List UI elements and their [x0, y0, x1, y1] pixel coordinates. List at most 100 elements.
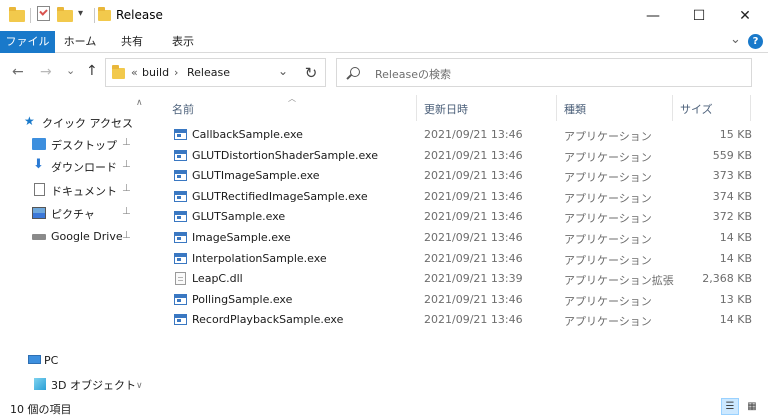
scroll-down-icon[interactable]: ∨: [136, 381, 143, 391]
file-date: 2021/09/21 13:46: [424, 128, 523, 141]
exe-file-icon: [174, 232, 187, 243]
help-icon[interactable]: ?: [748, 34, 763, 49]
file-name: GLUTImageSample.exe: [192, 169, 320, 183]
file-size: 373 KB: [712, 169, 752, 183]
tab-home[interactable]: ホーム: [57, 31, 103, 53]
sidebar-item-label: PC: [44, 354, 59, 367]
file-name: LeapC.dll: [192, 272, 243, 286]
column-header-label: 更新日時: [424, 103, 468, 116]
exe-file-icon: [174, 190, 187, 202]
file-type: アプリケーション: [564, 253, 652, 267]
item-count: 10 個の項目: [10, 403, 72, 416]
properties-icon[interactable]: [37, 6, 50, 21]
cube-icon: [34, 378, 46, 390]
maximize-button[interactable]: ☐: [676, 0, 722, 31]
exe-file-icon: [174, 293, 187, 305]
refresh-button[interactable]: ↻: [297, 58, 326, 87]
sidebar-item-desktop[interactable]: デスクトップ ⊥: [0, 133, 152, 155]
tab-view[interactable]: 表示: [161, 31, 205, 53]
sidebar-item-google-drive[interactable]: Google Drive ⊥: [0, 226, 152, 248]
details-view-button[interactable]: ☰: [721, 398, 739, 415]
sidebar-item-label: ダウンロード: [51, 161, 117, 174]
pin-icon[interactable]: ⊥: [122, 159, 131, 170]
tab-share[interactable]: 共有: [111, 31, 153, 53]
column-header-date[interactable]: 更新日時: [416, 95, 556, 119]
up-button[interactable]: ↑: [86, 63, 98, 79]
column-divider[interactable]: [750, 95, 751, 121]
pin-icon[interactable]: ⊥: [122, 137, 131, 148]
column-header-size[interactable]: サイズ: [672, 95, 752, 119]
star-icon: ★: [24, 114, 35, 128]
forward-button[interactable]: →: [40, 64, 52, 80]
pin-icon[interactable]: ⊥: [122, 183, 131, 194]
sidebar-item-label: ドキュメント: [51, 185, 117, 198]
exe-file-icon: [174, 149, 187, 161]
sidebar-item-documents[interactable]: ドキュメント ⊥: [0, 179, 152, 201]
file-type: アプリケーション: [564, 191, 652, 205]
file-name: ImageSample.exe: [192, 231, 291, 244]
file-row[interactable]: GLUTDistortionShaderSample.exe 2021/09/21…: [172, 146, 752, 166]
file-name: CallbackSample.exe: [192, 128, 303, 141]
file-row[interactable]: PollingSample.exe 2021/09/21 13:46 アプリケーショ…: [172, 290, 752, 310]
exe-file-icon: [174, 129, 187, 140]
file-date: 2021/09/21 13:46: [424, 313, 523, 327]
file-list: ︿ 名前 更新日時 種類 サイズ CallbackSample.exe 2021/…: [152, 94, 768, 395]
file-date: 2021/09/21 13:46: [424, 189, 523, 203]
scroll-up-icon[interactable]: ∧: [136, 98, 143, 108]
pin-icon[interactable]: ⊥: [122, 206, 131, 217]
minimize-button[interactable]: —: [630, 0, 676, 31]
column-header-label: 種類: [564, 103, 586, 116]
google-drive-icon: [32, 234, 46, 240]
file-row[interactable]: LeapC.dll 2021/09/21 13:39 アプリケーション拡張 2,368…: [172, 269, 752, 289]
path-overflow-icon[interactable]: «: [131, 66, 138, 79]
file-size: 374 KB: [712, 189, 752, 203]
back-button[interactable]: ←: [12, 64, 24, 80]
file-row[interactable]: CallbackSample.exe 2021/09/21 13:46 アプリケーシ…: [172, 125, 752, 145]
file-row[interactable]: GLUTImageSample.exe 2021/09/21 13:46 アプリケー…: [172, 166, 752, 186]
file-name: InterpolationSample.exe: [192, 251, 327, 265]
file-date: 2021/09/21 13:39: [424, 272, 523, 286]
sidebar-item-downloads[interactable]: ⬇ ダウンロード ⊥: [0, 155, 152, 177]
sidebar-item-pc[interactable]: PC: [0, 350, 152, 372]
breadcrumb-build[interactable]: build: [142, 66, 169, 79]
exe-file-icon: [174, 211, 187, 223]
download-icon: ⬇: [33, 157, 44, 172]
sidebar-item-label: 3D オブジェクト: [51, 379, 136, 392]
column-header-label: サイズ: [680, 103, 713, 116]
navigation-pane: ∧ ★ クイック アクセス デスクトップ ⊥ ⬇ ダウンロード ⊥ ドキュメント…: [0, 95, 152, 395]
exe-file-icon: [174, 314, 187, 326]
file-row[interactable]: GLUTSample.exe 2021/09/21 13:46 アプリケーション 37…: [172, 207, 752, 227]
file-type: アプリケーション: [564, 150, 652, 164]
sidebar-item-3d-objects[interactable]: 3D オブジェクト: [0, 373, 152, 395]
ribbon-expand-icon[interactable]: ⌄: [730, 32, 741, 47]
file-size: 14 KB: [719, 313, 752, 327]
tab-file[interactable]: ファイル: [0, 31, 55, 53]
search-icon: [346, 67, 360, 80]
file-type: アプリケーション: [564, 315, 652, 329]
file-size: 372 KB: [712, 210, 752, 224]
address-dropdown-icon[interactable]: ⌄: [278, 64, 288, 78]
address-bar[interactable]: « build › Release ⌄: [105, 58, 326, 87]
column-header-type[interactable]: 種類: [556, 95, 672, 119]
pin-icon[interactable]: ⊥: [122, 230, 131, 241]
qat-divider: [30, 8, 31, 23]
search-input[interactable]: Releaseの検索: [375, 66, 451, 82]
qat-dropdown-icon[interactable]: ▾: [78, 8, 83, 19]
recent-locations-button[interactable]: ⌄: [66, 64, 75, 77]
close-button[interactable]: ✕: [722, 0, 768, 31]
breadcrumb-release[interactable]: Release: [187, 66, 230, 79]
column-header-name[interactable]: 名前: [152, 95, 416, 119]
file-row[interactable]: GLUTRectifiedImageSample.exe 2021/09/21 1…: [172, 187, 752, 207]
file-type: アプリケーション: [564, 233, 652, 246]
file-row[interactable]: ImageSample.exe 2021/09/21 13:46 アプリケーション 1…: [172, 228, 752, 248]
breadcrumb-separator[interactable]: ›: [174, 66, 178, 79]
file-size: 559 KB: [712, 148, 752, 162]
file-row[interactable]: RecordPlaybackSample.exe 2021/09/21 13:46…: [172, 310, 752, 330]
search-box[interactable]: Releaseの検索: [336, 58, 752, 87]
sidebar-item-pictures[interactable]: ピクチャ ⊥: [0, 202, 152, 224]
large-icons-view-button[interactable]: ▦: [743, 398, 761, 415]
file-size: 15 KB: [719, 128, 752, 141]
file-row[interactable]: InterpolationSample.exe 2021/09/21 13:46 ア…: [172, 249, 752, 269]
quick-access[interactable]: ★ クイック アクセス: [0, 111, 152, 133]
file-date: 2021/09/21 13:46: [424, 210, 523, 224]
